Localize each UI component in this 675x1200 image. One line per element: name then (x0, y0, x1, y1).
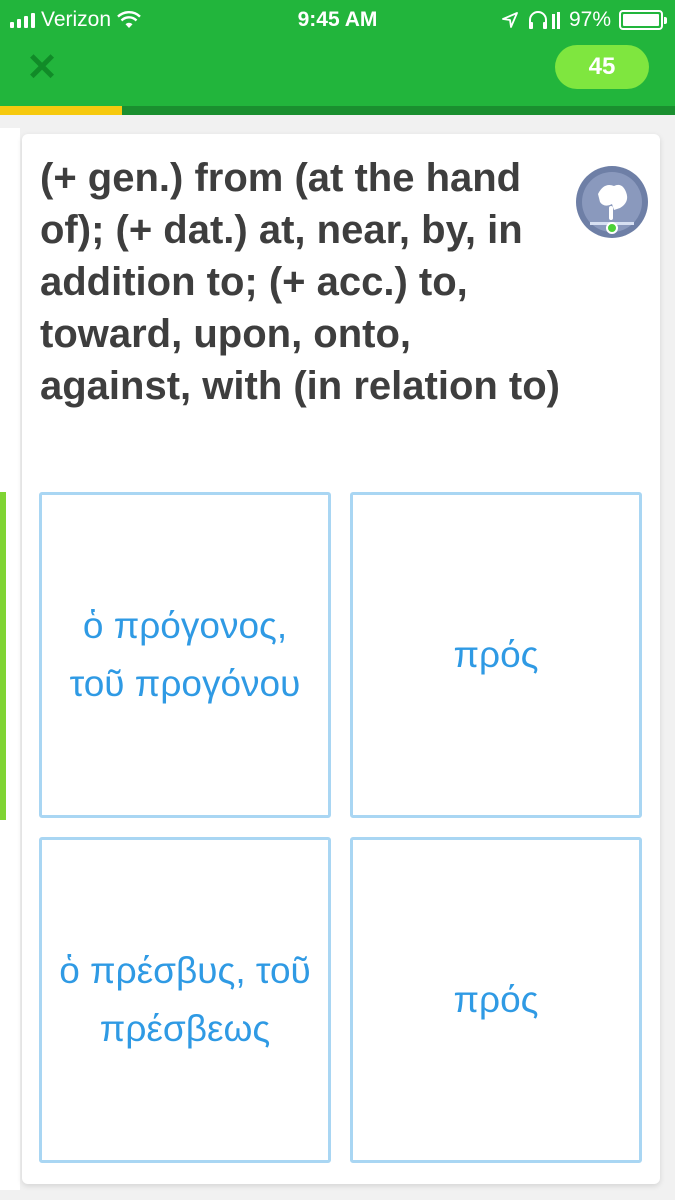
question-prompt: (+ gen.) from (at the hand of); (+ dat.)… (40, 156, 560, 408)
status-right: 97% (501, 8, 667, 32)
lesson-progress-bar (0, 106, 675, 115)
location-arrow-icon (502, 12, 518, 28)
choice-4-label: πρός (453, 979, 539, 1020)
background-card-accent (0, 492, 6, 820)
hand-hint-icon[interactable] (574, 164, 650, 240)
choice-3-label: ὁ πρέσβυς, τοῦ πρέσβεως (59, 950, 311, 1049)
choice-1[interactable]: ὁ πρόγονος, τοῦ προγόνου (39, 492, 331, 818)
status-bar: Verizon 9:45 AM 97% (0, 0, 675, 38)
choice-4[interactable]: πρός (350, 837, 642, 1163)
choice-2-label: πρός (453, 634, 539, 675)
question-card: (+ gen.) from (at the hand of); (+ dat.)… (22, 134, 660, 1184)
score-badge: 45 (555, 45, 649, 89)
close-button[interactable]: ✕ (22, 48, 62, 88)
progress-fill (0, 106, 122, 115)
choice-1-label: ὁ πρόγονος, τοῦ προγόνου (69, 605, 301, 704)
choice-3[interactable]: ὁ πρέσβυς, τοῦ πρέσβεως (39, 837, 331, 1163)
battery-percent: 97% (568, 8, 611, 31)
battery-icon (619, 10, 667, 30)
choice-2[interactable]: πρός (350, 492, 642, 818)
headphones-icon (528, 11, 560, 29)
top-header: Verizon 9:45 AM 97% ✕ 45 (0, 0, 675, 106)
